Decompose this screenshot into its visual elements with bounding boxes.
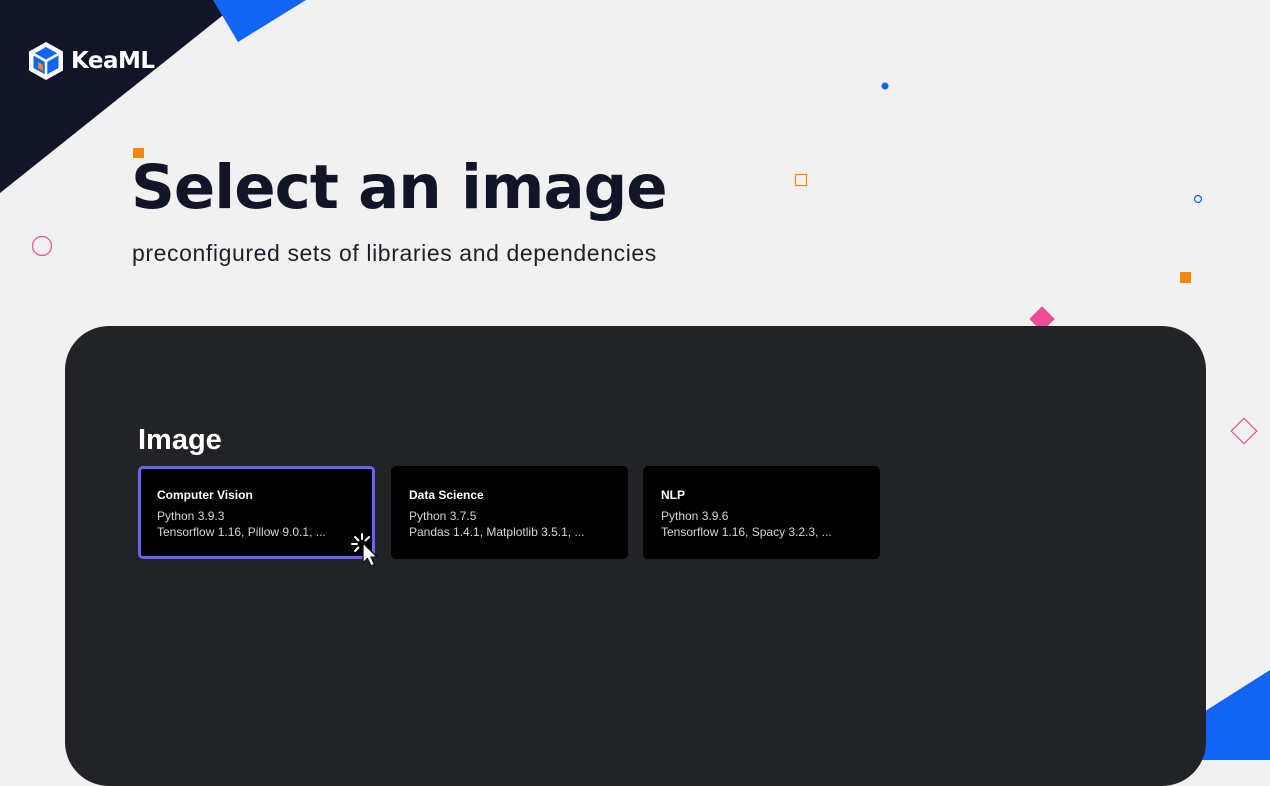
orange-square-small [1180,272,1191,283]
page-subtitle: preconfigured sets of libraries and depe… [132,240,657,266]
hexagon-cube-icon [29,42,63,80]
blue-corner-stripe [213,0,306,42]
card-python-version: Python 3.9.6 [661,509,729,523]
page-title: Select an image [131,152,668,223]
card-libraries: Tensorflow 1.16, Pillow 9.0.1, ... [157,525,326,539]
brand-logo[interactable]: KeaML [27,41,155,81]
image-card-computer-vision[interactable]: Computer Vision Python 3.9.3 Tensorflow … [138,466,375,559]
blue-dot [881,82,889,90]
image-card-nlp[interactable]: NLP Python 3.9.6 Tensorflow 1.16, Spacy … [643,466,880,559]
blue-ring [1193,194,1203,204]
section-title: Image [138,424,222,456]
card-title: Computer Vision [157,488,253,502]
brand-name: KeaML [71,48,155,74]
pink-ring [31,235,53,257]
card-libraries: Tensorflow 1.16, Spacy 3.2.3, ... [661,525,832,539]
card-title: NLP [661,488,685,502]
orange-square-outline [794,173,808,187]
pink-diamond-outline [1230,417,1258,445]
image-selection-panel: Image Computer Vision Python 3.9.3 Tenso… [65,326,1206,786]
card-python-version: Python 3.9.3 [157,509,225,523]
click-cursor-icon [351,533,378,567]
card-python-version: Python 3.7.5 [409,509,477,523]
card-title: Data Science [409,488,484,502]
card-libraries: Pandas 1.4.1, Matplotlib 3.5.1, ... [409,525,585,539]
image-card-data-science[interactable]: Data Science Python 3.7.5 Pandas 1.4.1, … [391,466,628,559]
